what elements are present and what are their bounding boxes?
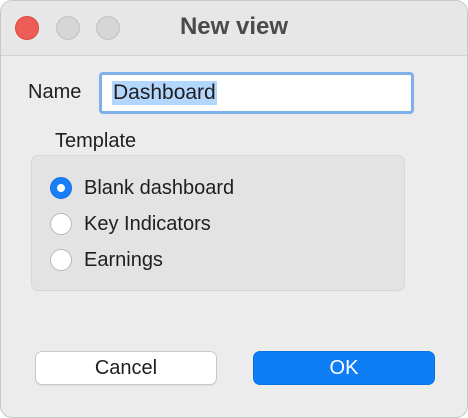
radio-label: Blank dashboard [84, 176, 235, 199]
radio-label: Earnings [84, 248, 163, 271]
ok-button[interactable]: OK [253, 351, 435, 385]
template-option-blank-dashboard[interactable]: Blank dashboard [50, 174, 234, 202]
name-label: Name [28, 81, 82, 103]
radio-unselected-icon[interactable] [50, 213, 72, 235]
name-input[interactable]: Dashboard [99, 72, 414, 114]
radio-label: Key Indicators [84, 212, 211, 235]
name-input-value: Dashboard [112, 81, 217, 105]
new-view-dialog: New view Name Dashboard Template Blank d… [0, 0, 468, 418]
template-options-group: Blank dashboard Key Indicators Earnings [31, 155, 405, 291]
dialog-title: New view [179, 13, 289, 40]
title-bar: New view [1, 1, 467, 56]
cancel-button[interactable]: Cancel [35, 351, 217, 385]
template-option-earnings[interactable]: Earnings [50, 246, 163, 274]
template-label: Template [55, 130, 137, 152]
radio-selected-icon[interactable] [50, 177, 72, 199]
radio-unselected-icon[interactable] [50, 249, 72, 271]
template-option-key-indicators[interactable]: Key Indicators [50, 210, 211, 238]
